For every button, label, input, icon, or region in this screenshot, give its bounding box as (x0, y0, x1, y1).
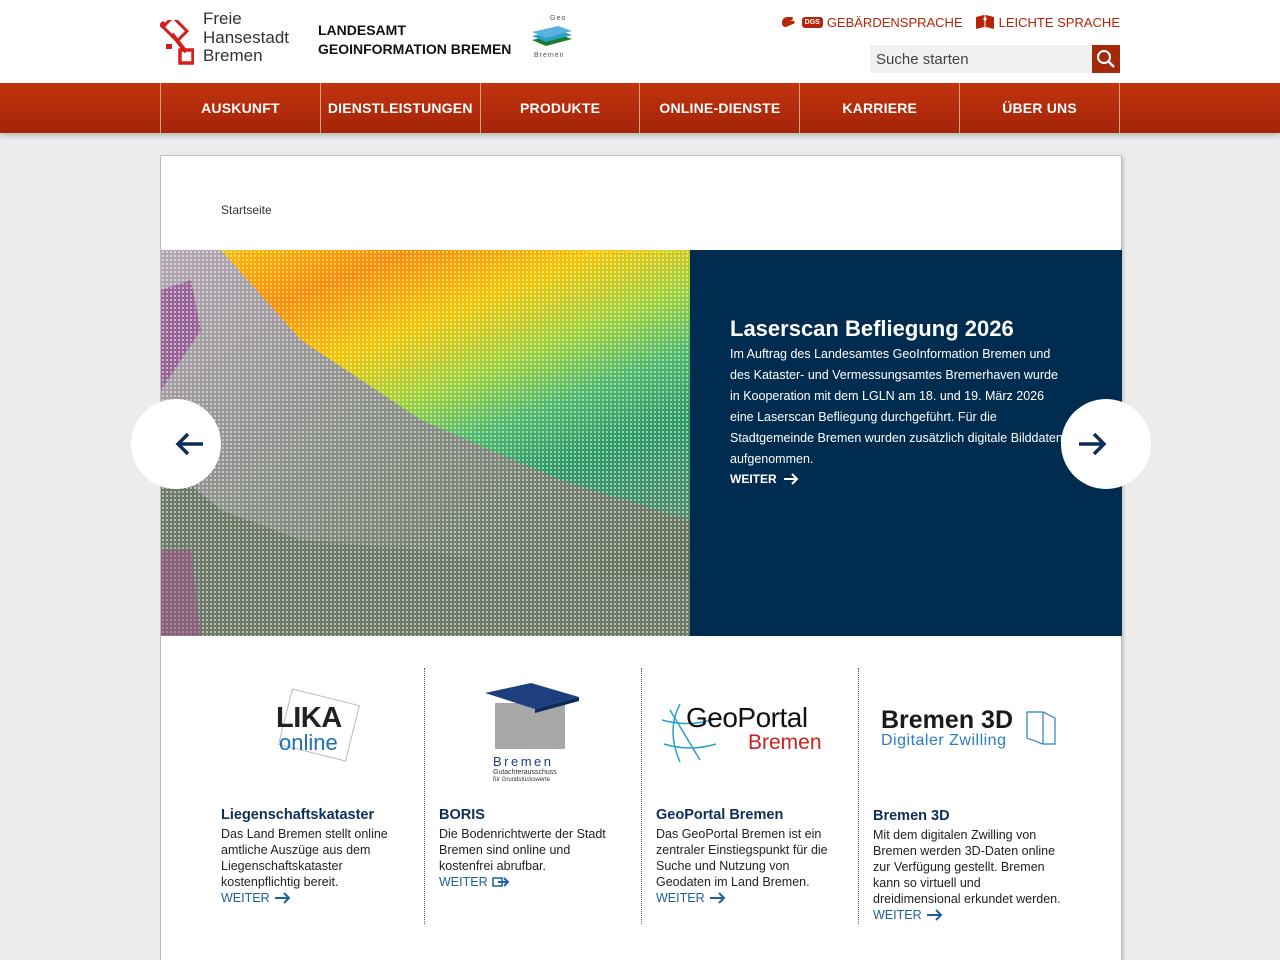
nav-item-karriere[interactable]: KARRIERE (800, 83, 961, 133)
nav-item-produkte[interactable]: PRODUKTE (481, 83, 641, 133)
geoportal-logo[interactable]: GeoPortal Bremen (656, 678, 836, 788)
accessibility-links: DGS GEBÄRDENSPRACHE LEICHTE SPRACHE (780, 14, 1120, 30)
lika-online-logo[interactable]: LIKA online (221, 678, 401, 788)
main-content: Startseite Laserscan Befliegung 2026 Im … (131, 155, 1151, 960)
bremen-3d-logo[interactable]: Bremen 3D Digitaler Zwilling (873, 678, 1056, 788)
teaser-description: Das GeoPortal Bremen ist ein zentraler E… (656, 827, 828, 906)
search-form (870, 45, 1120, 73)
search-input[interactable] (870, 45, 1092, 73)
city-name[interactable]: Freie Hansestadt Bremen (203, 9, 289, 66)
teaser-divider (641, 668, 642, 924)
service-teasers: LIKA online Liegenschaftskataster Das La… (161, 668, 1122, 928)
arrow-right-icon (274, 892, 291, 904)
layers-icon (532, 26, 572, 46)
search-button[interactable] (1092, 45, 1120, 73)
search-icon (1097, 50, 1115, 68)
slide-more-link[interactable]: WEITER (730, 472, 799, 486)
nav-item-online-dienste[interactable]: ONLINE-DIENSTE (640, 83, 801, 133)
point-cloud-image (161, 250, 690, 636)
arrow-right-icon (926, 909, 943, 921)
teaser-description: Mit dem digitalen Zwilling von Bremen we… (873, 828, 1061, 923)
teaser-slider: Laserscan Befliegung 2026 Im Auftrag des… (131, 250, 1151, 636)
teaser-divider (424, 668, 425, 924)
cube-icon (1026, 711, 1056, 745)
site-header: Freie Hansestadt Bremen LANDESAMT GEOINF… (0, 0, 1280, 83)
nav-item-ueber-uns[interactable]: ÜBER UNS (960, 83, 1120, 133)
agency-name[interactable]: LANDESAMT GEOINFORMATION BREMEN (318, 21, 511, 59)
arrow-left-icon (175, 432, 203, 456)
hand-icon (781, 17, 795, 27)
teaser-bremen-3d: Bremen 3D Digitaler Zwilling Bremen 3D M… (873, 668, 1073, 924)
slide-text-box: Laserscan Befliegung 2026 Im Auftrag des… (690, 250, 1122, 636)
teaser-lika: LIKA online Liegenschaftskataster Das La… (221, 668, 411, 924)
teaser-title[interactable]: BORIS (439, 807, 485, 823)
book-icon (975, 15, 994, 29)
main-navigation: AUSKUNFT DIENSTLEISTUNGEN PRODUKTE ONLIN… (0, 83, 1280, 133)
teaser-title[interactable]: Bremen 3D (873, 808, 950, 824)
teaser-geoportal: GeoPortal Bremen GeoPortal Bremen Das Ge… (656, 668, 846, 924)
teaser-more-link[interactable]: WEITER (873, 907, 944, 923)
slider-prev-button[interactable] (131, 399, 221, 489)
teaser-more-link[interactable]: WEITER (656, 890, 727, 906)
nav-item-dienstleistungen[interactable]: DIENSTLEISTUNGEN (321, 83, 481, 133)
easy-language-link[interactable]: LEICHTE SPRACHE (975, 14, 1120, 30)
slide-description: Im Auftrag des Landesamtes GeoInformatio… (730, 347, 1063, 466)
dgs-badge: DGS (801, 16, 823, 28)
arrow-right-icon (709, 892, 726, 904)
arrow-right-icon (1079, 432, 1107, 456)
nav-item-auskunft[interactable]: AUSKUNFT (161, 83, 321, 133)
teaser-title[interactable]: Liegenschaftskataster (221, 807, 374, 823)
teaser-boris: Bremen Gutachterausschuss für Grundstück… (439, 668, 629, 924)
slide-title[interactable]: Laserscan Befliegung 2026 (730, 316, 1014, 342)
teaser-more-link[interactable]: WEITER (221, 890, 292, 906)
sign-language-link[interactable]: DGS GEBÄRDENSPRACHE (780, 15, 963, 30)
boris-logo[interactable]: Bremen Gutachterausschuss für Grundstück… (439, 678, 619, 788)
laserscan-image[interactable] (161, 250, 690, 636)
slider-next-button[interactable] (1061, 399, 1151, 489)
external-link-icon (491, 877, 510, 887)
teaser-external-link[interactable]: WEITER (439, 874, 510, 890)
bremen-key-logo-icon[interactable] (160, 20, 194, 66)
teaser-description: Die Bodenrichtwerte der Stadt Bremen sin… (439, 827, 606, 890)
house-roof-icon (485, 683, 579, 749)
geo-bremen-logo[interactable]: Geo Bremen (528, 15, 574, 61)
teaser-divider (858, 668, 859, 924)
breadcrumb-home[interactable]: Startseite (221, 203, 272, 217)
teaser-title[interactable]: GeoPortal Bremen (656, 807, 783, 823)
arrow-right-icon (783, 473, 799, 485)
teaser-description: Das Land Bremen stellt online amtliche A… (221, 827, 388, 906)
